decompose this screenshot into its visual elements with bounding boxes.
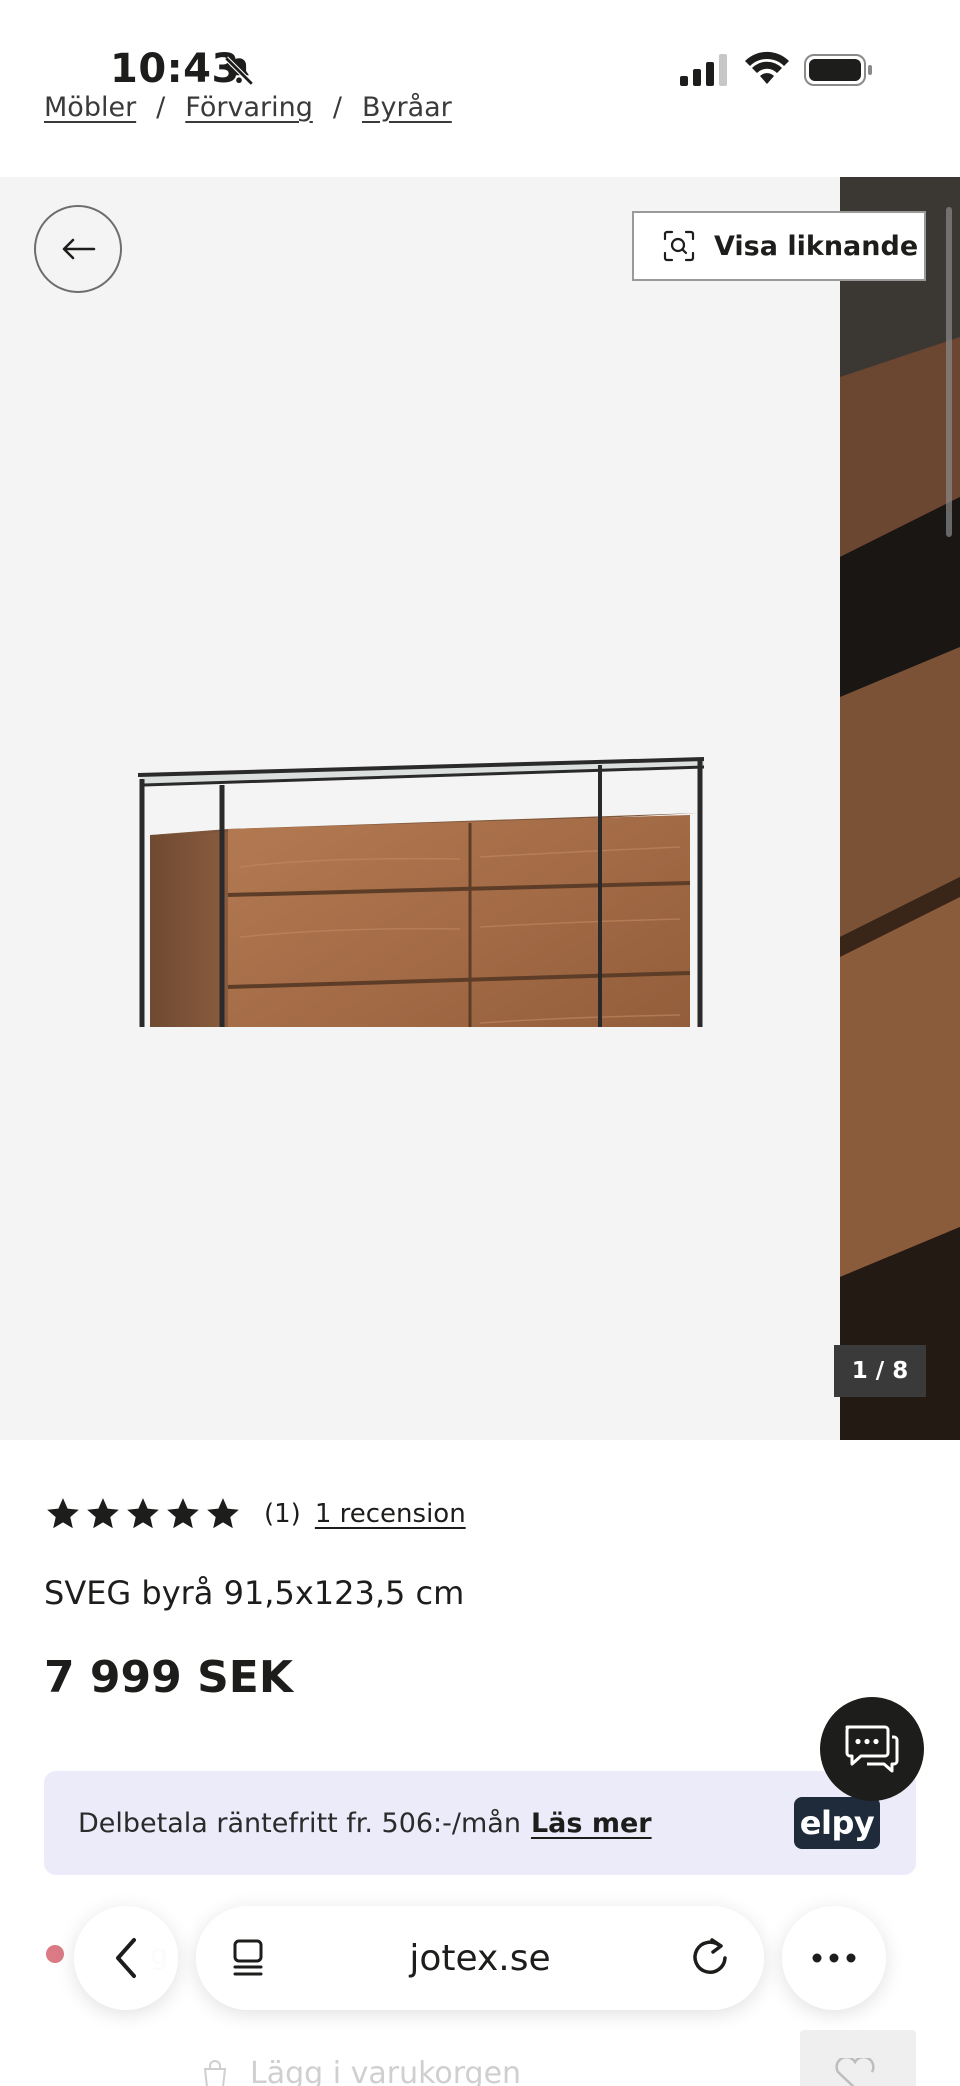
reload-icon[interactable] (690, 1936, 732, 1980)
breadcrumb-separator: / (332, 92, 342, 123)
breadcrumb-separator: / (156, 92, 166, 123)
shopping-bag-icon (203, 2059, 227, 2086)
visual-search-icon (663, 230, 695, 262)
add-to-cart-button[interactable]: Lägg i varukorgen (200, 2056, 521, 2086)
wifi-icon (745, 51, 789, 84)
show-similar-button[interactable]: Visa liknande (632, 211, 926, 281)
breadcrumb-link-mobler[interactable]: Möbler (44, 92, 136, 123)
breadcrumb-link-byraar[interactable]: Byråar (362, 92, 452, 123)
product-image-gallery[interactable]: Visa liknande 1 / 8 (0, 177, 960, 1440)
url-text[interactable]: jotex.se (196, 1938, 764, 1979)
product-rating: (1) 1 recension (44, 1495, 466, 1533)
arrow-left-icon (62, 238, 96, 260)
heart-icon (835, 2058, 875, 2086)
product-price: 7 999 SEK (44, 1652, 293, 1703)
bell-slash-icon (224, 56, 254, 86)
image-counter: 1 / 8 (834, 1345, 926, 1397)
star-icon (207, 1498, 239, 1529)
stock-status-dot (46, 1945, 64, 1963)
breadcrumb-link-forvaring[interactable]: Förvaring (185, 92, 313, 123)
financing-text: Delbetala räntefritt fr. 506:-/mån (78, 1807, 521, 1839)
star-icon (47, 1498, 79, 1529)
next-product-image-peek[interactable] (840, 177, 960, 1440)
financing-banner: Delbetala räntefritt fr. 506:-/mån Läs m… (44, 1771, 916, 1875)
rating-count: (1) (264, 1499, 301, 1529)
ellipsis-icon (812, 1953, 856, 1963)
read-more-link[interactable]: Läs mer (531, 1808, 652, 1839)
chevron-left-icon (116, 1938, 136, 1978)
star-icon (127, 1498, 159, 1529)
back-button[interactable] (34, 205, 122, 293)
show-similar-label: Visa liknande (714, 230, 919, 262)
product-title: SVEG byrå 91,5x123,5 cm (44, 1574, 465, 1612)
chat-bubbles-icon (845, 1725, 899, 1773)
status-time: 10:43 (110, 46, 240, 92)
breadcrumb: Möbler / Förvaring / Byråar (44, 92, 452, 123)
address-bar[interactable]: jotex.se (196, 1906, 764, 2010)
battery-icon (804, 54, 872, 86)
browser-back-button[interactable] (74, 1906, 178, 2010)
reviews-link[interactable]: 1 recension (315, 1499, 466, 1529)
chat-button[interactable] (820, 1697, 924, 1801)
star-icon (167, 1498, 199, 1529)
product-image (137, 757, 705, 1027)
more-options-button[interactable] (782, 1906, 886, 2010)
gallery-scroll-indicator (946, 207, 952, 537)
rating-stars (44, 1495, 242, 1533)
cellular-signal-icon (680, 54, 727, 86)
star-icon (87, 1498, 119, 1529)
elpy-logo: elpy (794, 1797, 880, 1849)
add-to-cart-label: Lägg i varukorgen (250, 2056, 522, 2086)
